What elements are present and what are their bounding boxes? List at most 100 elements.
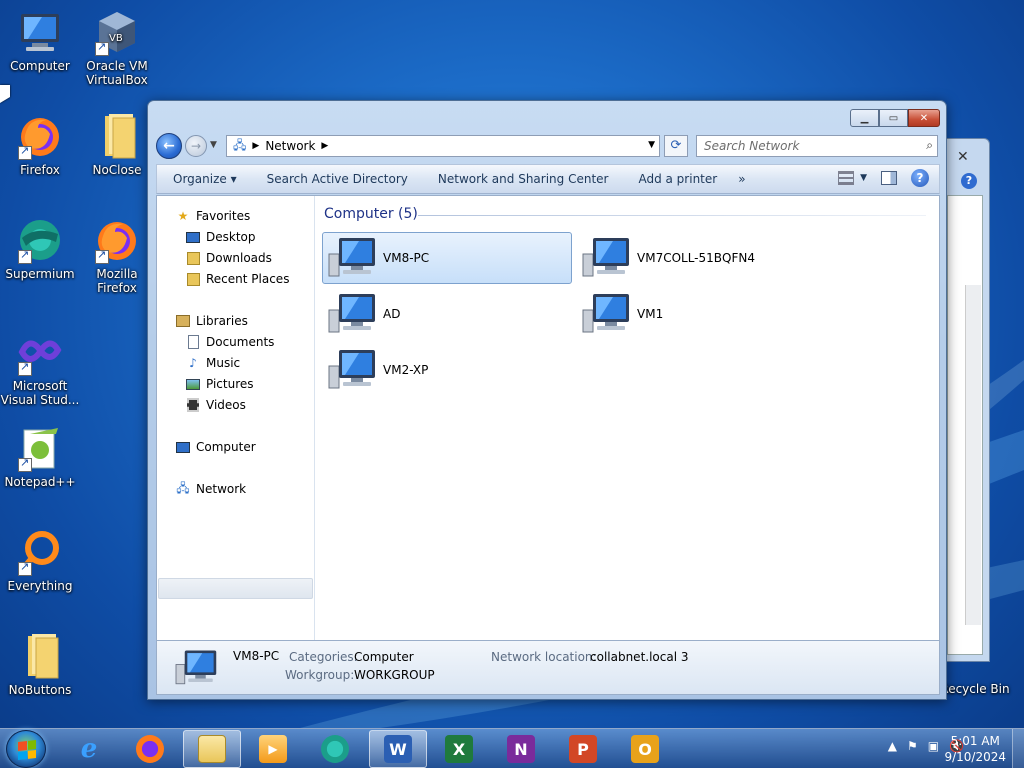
nav-item-videos[interactable]: Videos (185, 395, 246, 415)
nav-item-documents[interactable]: Documents (185, 332, 274, 352)
nav-item-recent-places[interactable]: Recent Places (185, 269, 289, 289)
add-printer-button[interactable]: Add a printer (623, 172, 732, 186)
computer-tile[interactable]: AD (322, 288, 572, 340)
nav-item-desktop[interactable]: Desktop (185, 227, 256, 247)
search-active-directory-button[interactable]: Search Active Directory (252, 172, 423, 186)
address-bar[interactable]: 🖧 ▶ Network ▶ ▼ (226, 135, 660, 157)
command-bar: Organize ▾ Search Active Directory Netwo… (156, 164, 940, 194)
computer-tile[interactable]: VM8-PC (322, 232, 572, 284)
close-button[interactable]: ✕ (908, 109, 940, 127)
network-computer-icon (328, 294, 375, 333)
desktop-icon-firefox[interactable]: Firefox (0, 112, 80, 177)
desktop-icon-mozilla-firefox[interactable]: Mozilla Firefox (77, 216, 157, 295)
computer-tile[interactable]: VM2-XP (322, 344, 572, 396)
taskbar-media-player[interactable]: ▶ (244, 730, 302, 768)
taskbar-ie[interactable]: e (60, 730, 118, 768)
desktop-icon-label: NoClose (92, 163, 142, 177)
desktop-icon-computer[interactable]: Computer (0, 8, 80, 73)
desktop-icon-virtualbox[interactable]: VB Oracle VM VirtualBox (77, 8, 157, 87)
nav-item-pictures[interactable]: Pictures (185, 374, 254, 394)
desktop-icon-nobuttons[interactable]: NoButtons (0, 632, 80, 697)
nav-item-favorites[interactable]: ★ Favorites (175, 206, 251, 226)
desktop-icon-visual-studio[interactable]: Microsoft Visual Stud... (0, 328, 80, 407)
computer-name: VM1 (637, 307, 664, 321)
taskbar-excel[interactable]: X (430, 730, 488, 768)
desktop-icon-label: Recycle Bin (940, 682, 1010, 696)
windows-flag-icon (18, 740, 36, 760)
group-header[interactable]: Computer (5) (324, 206, 418, 222)
more-commands-button[interactable]: » (732, 172, 751, 186)
action-center-flag-icon[interactable]: ⚑ (907, 739, 918, 753)
show-desktop-button[interactable] (1012, 729, 1024, 768)
change-view-button[interactable]: ▼ (838, 171, 867, 185)
explorer-window[interactable]: ▁ ▭ ✕ ← → ▼ 🖧 ▶ Network ▶ ▼ ⟳ ⌕ Organize… (147, 100, 947, 700)
shortcut-arrow-icon (18, 456, 32, 472)
recent-pages-dropdown-icon[interactable]: ▼ (210, 140, 217, 150)
taskbar-explorer[interactable] (183, 730, 241, 768)
desktop-icon-everything[interactable]: Everything (0, 528, 80, 593)
breadcrumb-separator-icon[interactable]: ▶ (252, 141, 259, 151)
nav-item-network[interactable]: 🖧 Network (175, 479, 246, 499)
close-icon[interactable]: ✕ (957, 149, 969, 165)
group-divider (418, 215, 926, 216)
nav-item-downloads[interactable]: Downloads (185, 248, 272, 268)
computer-name: VM2-XP (383, 363, 429, 377)
excel-icon: X (445, 735, 473, 763)
network-sharing-center-button[interactable]: Network and Sharing Center (423, 172, 624, 186)
folder-icon (28, 634, 59, 679)
search-input[interactable] (697, 136, 907, 156)
minimize-button[interactable]: ▁ (850, 109, 879, 127)
taskbar-onenote[interactable]: N (492, 730, 550, 768)
network-computer-icon (328, 350, 375, 389)
taskbar-supermium[interactable] (306, 730, 364, 768)
outlook-icon: O (631, 735, 659, 763)
nav-item-computer[interactable]: Computer (175, 437, 256, 457)
details-categories-value: Computer (354, 650, 414, 664)
search-icon[interactable]: ⌕ (926, 138, 933, 153)
show-hidden-icons-icon[interactable]: ▲ (888, 739, 897, 753)
shortcut-arrow-icon (18, 248, 32, 264)
details-location-value: collabnet.local 3 (590, 650, 689, 664)
nav-label: Recent Places (206, 272, 290, 286)
taskbar-word[interactable]: W (369, 730, 427, 768)
shortcut-arrow-icon (18, 360, 32, 376)
computer-tile[interactable]: VM1 (576, 288, 826, 340)
organize-button[interactable]: Organize ▾ (157, 172, 252, 186)
computer-tile[interactable]: VM7COLL-51BQFN4 (576, 232, 826, 284)
shortcut-arrow-icon (95, 248, 109, 264)
internet-explorer-icon: e (80, 734, 98, 764)
search-box[interactable]: ⌕ (696, 135, 938, 157)
maximize-button[interactable]: ▭ (879, 109, 908, 127)
taskbar-powerpoint[interactable]: P (554, 730, 612, 768)
details-workgroup-label: Workgroup: (285, 668, 355, 682)
background-window[interactable]: ✕ ? (940, 138, 990, 662)
network-tray-icon[interactable]: ▣ (928, 739, 939, 753)
nav-item-music[interactable]: ♪ Music (185, 353, 240, 373)
background-window-scrollbar[interactable] (965, 285, 981, 625)
desktop-icon-notepadpp[interactable]: Notepad++ (0, 424, 80, 489)
breadcrumb-network[interactable]: Network (265, 139, 315, 153)
desktop-icon-supermium[interactable]: Supermium (0, 216, 80, 281)
music-icon: ♪ (189, 356, 197, 370)
help-icon[interactable]: ? (961, 173, 977, 189)
start-button[interactable] (6, 730, 46, 768)
desktop-icon-noclose[interactable]: NoClose (77, 112, 157, 177)
details-name: VM8-PC (233, 649, 280, 663)
desktop-icon-label: NoButtons (8, 683, 72, 697)
nav-label: Desktop (206, 230, 256, 244)
taskbar-clock[interactable]: 5:01 AM 9/10/2024 (944, 733, 1006, 765)
breadcrumb-separator-icon[interactable]: ▶ (321, 141, 328, 151)
preview-pane-icon[interactable] (881, 171, 897, 185)
folder-icon (198, 735, 226, 763)
forward-button[interactable]: → (185, 135, 207, 157)
desktop-icon-recycle-bin[interactable]: Recycle Bin (935, 682, 1015, 696)
address-dropdown-icon[interactable]: ▼ (648, 140, 655, 150)
desktop-icon (185, 229, 201, 245)
taskbar-outlook[interactable]: O (616, 730, 674, 768)
back-button[interactable]: ← (156, 133, 182, 159)
refresh-button[interactable]: ⟳ (664, 135, 688, 157)
taskbar-firefox[interactable] (121, 730, 179, 768)
computer-name: VM7COLL-51BQFN4 (637, 251, 755, 265)
nav-item-libraries[interactable]: Libraries (175, 311, 248, 331)
help-icon[interactable]: ? (911, 169, 929, 187)
